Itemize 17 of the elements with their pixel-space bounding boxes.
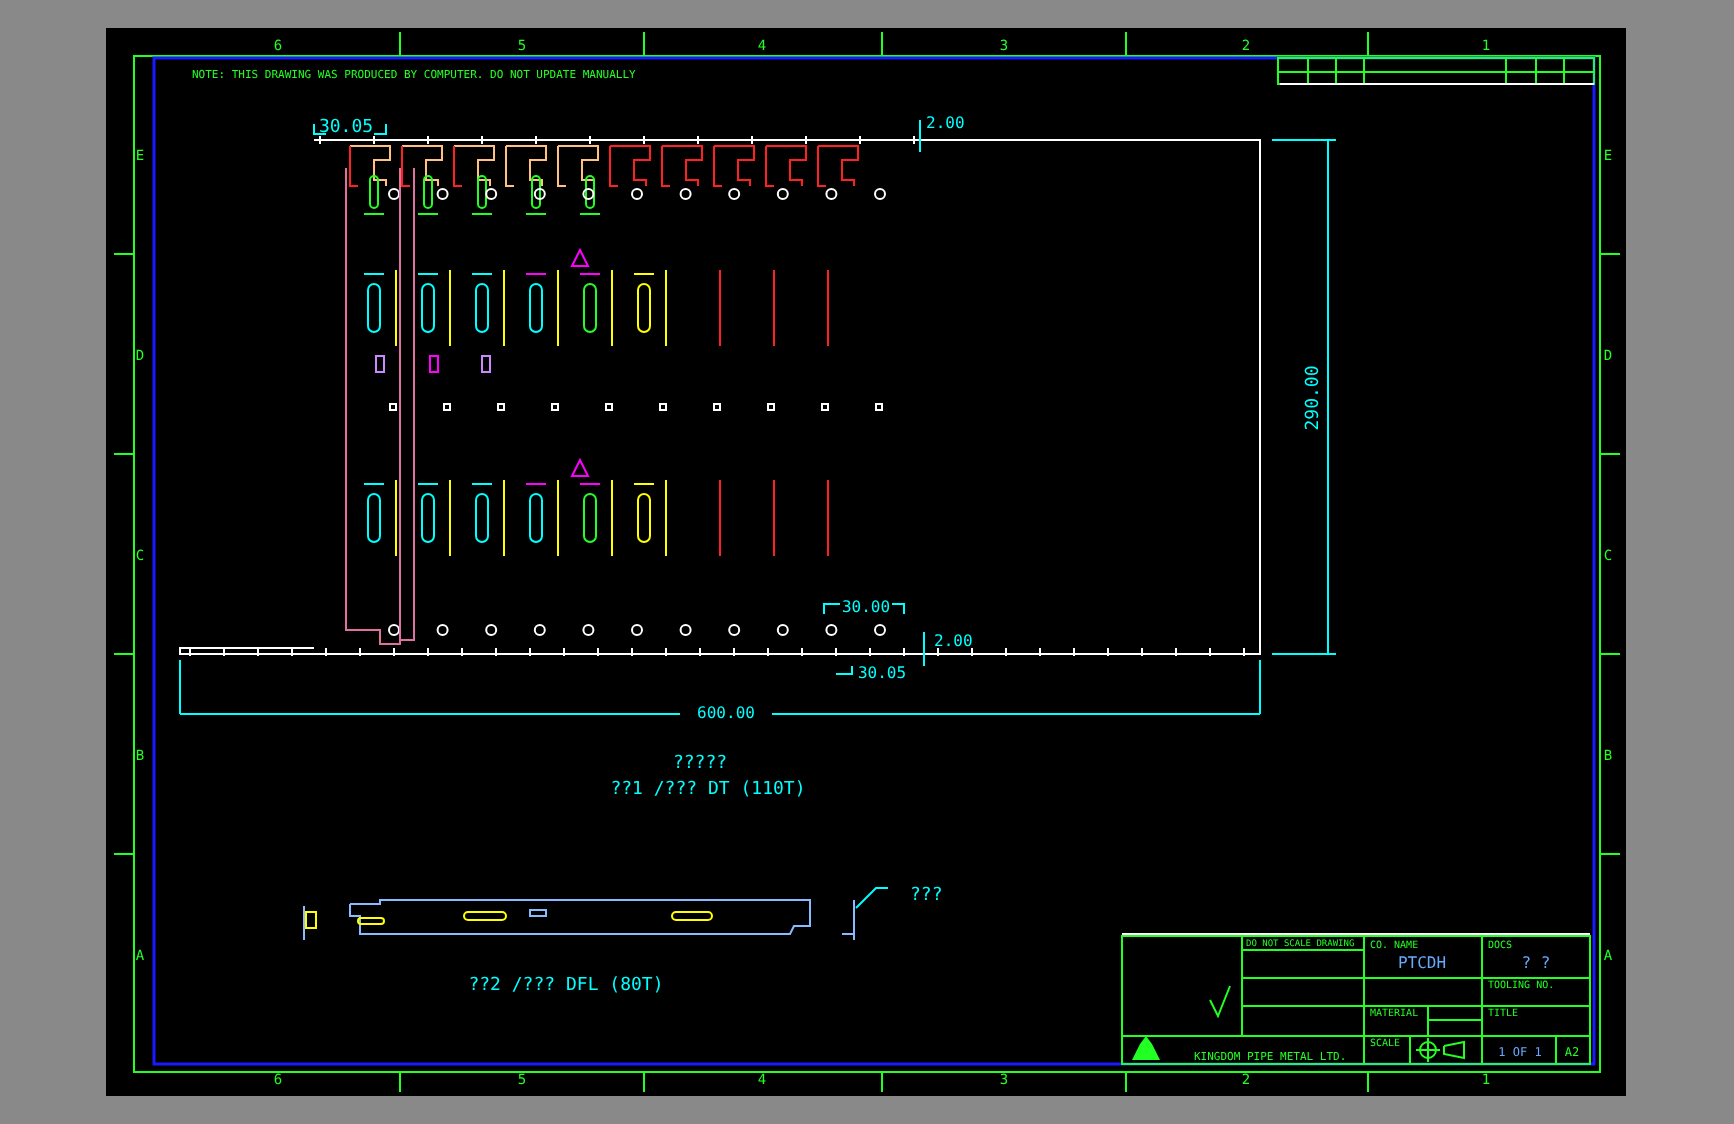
dimension-text: 290.00: [1304, 365, 1324, 431]
company-value: PTCDH: [1397, 954, 1447, 972]
projection-symbol-icon: [1415, 1037, 1465, 1063]
leader-line: [855, 887, 889, 909]
view-label: ?????: [672, 754, 728, 774]
view-label: ??2 /??? DFL (80T): [468, 976, 664, 996]
dimension-text: 30.05: [318, 118, 374, 138]
view-label: ??1 /??? DT (110T): [610, 780, 806, 800]
dimension-text: 30.05: [857, 664, 907, 682]
dimension-text: 2.00: [934, 632, 973, 650]
check-mark-icon: [1209, 985, 1231, 1019]
docs-value: ? ?: [1521, 954, 1551, 972]
company-logo-icon: [1132, 1036, 1160, 1060]
dimension-text: 2.00: [926, 114, 965, 132]
view-label: ???: [910, 886, 943, 906]
dimension-text: 600.00: [697, 704, 755, 722]
dimension-text: 30.00: [841, 598, 891, 616]
